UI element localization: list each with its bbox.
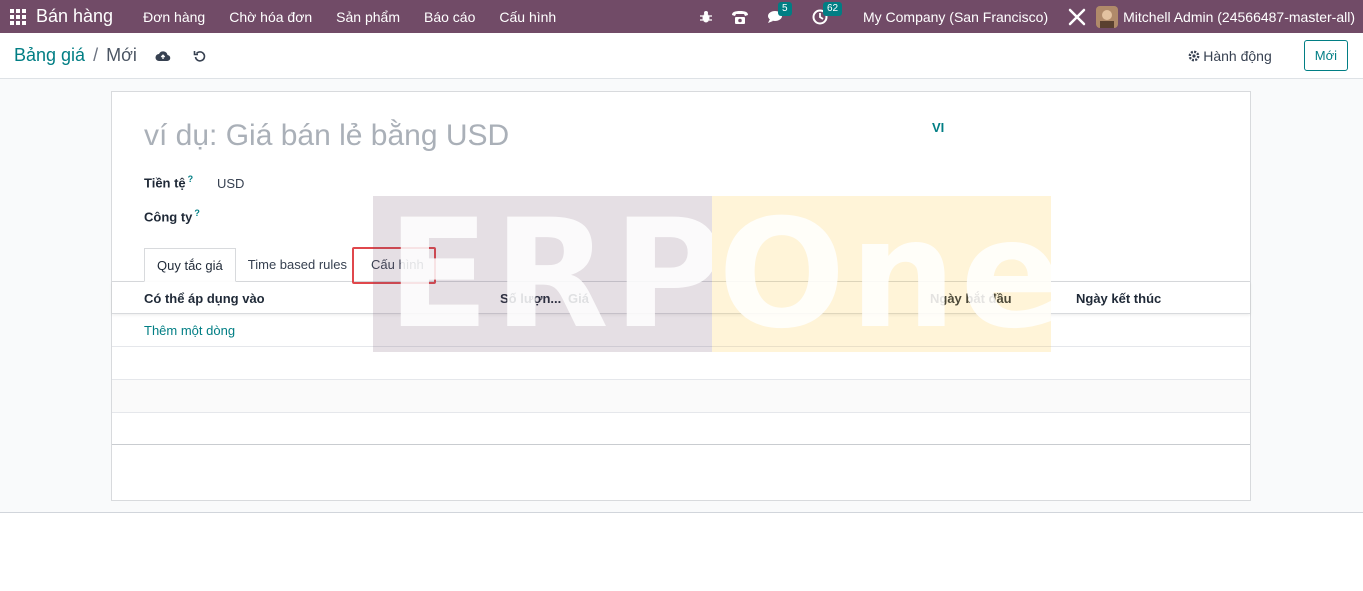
table-header: Có thể áp dụng vào Số lượn... Giá Ngày b…	[112, 282, 1250, 314]
column-price[interactable]: Giá	[568, 291, 589, 306]
breadcrumb: Bảng giá / Mới	[14, 45, 137, 66]
avatar	[1096, 5, 1119, 28]
add-line-link[interactable]: Thêm một dòng	[144, 323, 235, 338]
company-label-text: Công ty	[144, 209, 193, 225]
top-navbar: Bán hàng Đơn hàng Chờ hóa đơn Sản phẩm B…	[0, 0, 1363, 33]
menu-configuration[interactable]: Cấu hình	[499, 9, 556, 25]
column-applied-on[interactable]: Có thể áp dụng vào	[144, 291, 265, 306]
table-row: Thêm một dòng	[112, 314, 1250, 347]
app-menu-icon[interactable]	[10, 8, 26, 25]
action-label: Hành động	[1203, 47, 1272, 64]
menu-reporting[interactable]: Báo cáo	[424, 9, 475, 25]
menu-to-invoice[interactable]: Chờ hóa đơn	[229, 9, 312, 25]
company-switcher[interactable]: My Company (San Francisco)	[863, 9, 1048, 25]
menu-orders[interactable]: Đơn hàng	[143, 9, 205, 25]
currency-label-text: Tiền tệ	[144, 175, 186, 191]
menu-products[interactable]: Sản phẩm	[336, 9, 400, 25]
tools-icon[interactable]	[1067, 7, 1087, 27]
form-sheet: ví dụ: Giá bán lẻ bằng USD VI Tiền tệ? U…	[111, 91, 1251, 501]
new-record-button[interactable]: Mới	[1303, 40, 1348, 71]
phone-icon[interactable]	[731, 9, 749, 25]
user-name: Mitchell Admin (24566487-master-all)	[1123, 8, 1355, 25]
tab-price-rules[interactable]: Quy tắc giá	[144, 248, 236, 282]
debug-bug-icon[interactable]	[699, 10, 713, 24]
table-row	[112, 412, 1250, 445]
currency-help-icon[interactable]: ?	[188, 174, 194, 184]
save-cloud-icon[interactable]	[155, 50, 171, 62]
messages-icon[interactable]: 5	[767, 1, 792, 25]
company-field[interactable]	[217, 208, 617, 226]
column-end-date[interactable]: Ngày kết thúc	[1076, 291, 1161, 306]
currency-field[interactable]: USD	[217, 176, 244, 191]
company-help-icon[interactable]: ?	[194, 208, 200, 218]
discard-undo-icon[interactable]	[193, 49, 207, 63]
highlight-box	[352, 247, 436, 284]
language-switcher[interactable]: VI	[932, 120, 944, 135]
table-row	[112, 380, 1250, 413]
column-min-quantity[interactable]: Số lượn...	[500, 291, 561, 306]
breadcrumb-separator: /	[93, 45, 99, 65]
activities-badge: 62	[822, 1, 843, 16]
breadcrumb-current: Mới	[106, 45, 137, 65]
activities-clock-icon[interactable]: 62	[812, 1, 843, 25]
currency-label: Tiền tệ?	[144, 174, 193, 190]
control-panel: Bảng giá / Mới Hành động Mới	[0, 33, 1363, 79]
column-start-date[interactable]: Ngày bắt đầu	[930, 291, 1012, 306]
app-name[interactable]: Bán hàng	[36, 6, 113, 27]
company-label: Công ty?	[144, 208, 200, 224]
messages-badge: 5	[777, 1, 792, 16]
breadcrumb-pricelists[interactable]: Bảng giá	[14, 45, 85, 66]
tab-time-based-rules[interactable]: Time based rules	[236, 248, 359, 282]
table-row	[112, 347, 1250, 380]
pricelist-name-input[interactable]: ví dụ: Giá bán lẻ bằng USD	[144, 119, 509, 153]
gear-icon	[1188, 50, 1200, 61]
user-menu[interactable]: Mitchell Admin (24566487-master-all)	[1096, 5, 1355, 28]
action-menu-button[interactable]: Hành động	[1188, 48, 1272, 64]
